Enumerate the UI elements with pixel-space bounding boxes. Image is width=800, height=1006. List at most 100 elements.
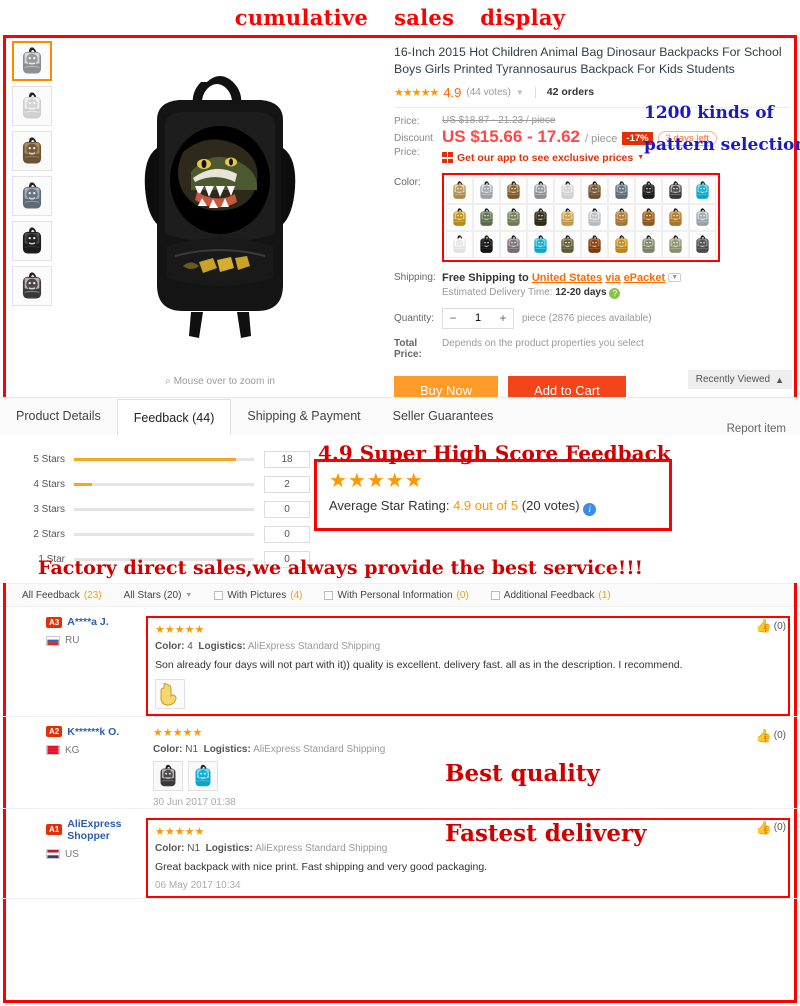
- review-like-button[interactable]: 👍 (0): [756, 820, 786, 836]
- color-swatch-15[interactable]: [554, 203, 581, 231]
- quantity-increase-button[interactable]: +: [493, 311, 513, 325]
- user-name[interactable]: AliExpress Shopper: [67, 818, 146, 842]
- color-swatch-16[interactable]: [581, 203, 608, 231]
- chevron-down-icon[interactable]: ▼: [668, 272, 682, 282]
- review-like-count: (0): [773, 730, 786, 742]
- color-swatch-21[interactable]: [446, 230, 473, 258]
- user-country: KG: [65, 744, 80, 756]
- review-logistics-value: AliExpress Standard Shipping: [255, 842, 388, 854]
- color-swatch-30[interactable]: [689, 230, 716, 258]
- color-swatch-2[interactable]: [473, 176, 500, 204]
- discount-price: US $15.66 - 17.62: [442, 126, 580, 146]
- price-label: Price:: [394, 115, 420, 127]
- color-swatch-12[interactable]: [473, 203, 500, 231]
- country-flag-icon: [46, 745, 60, 756]
- banner-word-2: sales: [394, 5, 455, 30]
- review-logistics-label: Logistics:: [203, 743, 251, 755]
- stock-note: piece (2876 pieces available): [522, 312, 652, 324]
- color-swatch-1[interactable]: [446, 176, 473, 204]
- review-image[interactable]: [188, 760, 218, 791]
- shipping-country-link[interactable]: United States: [532, 272, 602, 284]
- color-swatch-28[interactable]: [635, 230, 662, 258]
- tab-product-details[interactable]: Product Details: [0, 398, 117, 435]
- review-color-value: N1: [187, 842, 201, 854]
- color-swatch-22[interactable]: [473, 230, 500, 258]
- review-text: Great backpack with nice print. Fast shi…: [155, 860, 488, 873]
- chevron-down-icon[interactable]: ▼: [637, 154, 644, 161]
- review-meta: Color: 4 Logistics: AliExpress Standard …: [155, 641, 781, 652]
- rating-distribution: 5 Stars 18 4 Stars 2 3 Stars 0 2 Stars 0 1 Star 0: [0, 447, 310, 572]
- qr-code-icon: [442, 152, 453, 164]
- review-highlight-box: ★★★★★ Color: 4 Logistics: AliExpress Stan…: [146, 616, 790, 716]
- help-icon[interactable]: ?: [609, 287, 621, 299]
- review-image[interactable]: [155, 678, 185, 709]
- review-item: A2 K******k O. KG ★★★★★ Color: N1 Logisti…: [0, 717, 800, 809]
- color-swatch-25[interactable]: [554, 230, 581, 258]
- quantity-input[interactable]: [463, 312, 493, 325]
- user-name[interactable]: K******k O.: [67, 726, 119, 738]
- shipping-method-link[interactable]: ePacket: [624, 272, 666, 284]
- review-image[interactable]: [153, 760, 183, 791]
- review-color-label: Color:: [153, 743, 183, 755]
- est-days: 12-20: [555, 286, 581, 298]
- color-swatch-10[interactable]: [689, 176, 716, 204]
- review-color-label: Color:: [155, 842, 185, 854]
- color-swatch-9[interactable]: [662, 176, 689, 204]
- color-swatch-18[interactable]: [635, 203, 662, 231]
- color-swatch-23[interactable]: [500, 230, 527, 258]
- pointing-hand-emoji: [160, 682, 177, 706]
- color-swatch-19[interactable]: [662, 203, 689, 231]
- review-color-value: N1: [185, 743, 199, 755]
- color-swatch-4[interactable]: [527, 176, 554, 204]
- color-swatch-14[interactable]: [527, 203, 554, 231]
- tab-bar: Product Details Feedback (44) Shipping & P…: [0, 397, 800, 436]
- feedback-summary-section: 5 Stars 18 4 Stars 2 3 Stars 0 2 Stars 0 1 Star 0…: [0, 435, 800, 583]
- est-label: Estimated Delivery Time:: [442, 286, 553, 298]
- color-swatch-6[interactable]: [581, 176, 608, 204]
- thumbs-up-icon[interactable]: 👍: [756, 618, 772, 634]
- color-attribute-row: Color:: [394, 172, 790, 262]
- main-product-image[interactable]: ⌕ Mouse over to zoom in: [58, 35, 382, 397]
- rating-bar-label: 2 Stars: [33, 529, 65, 540]
- annotation-fastest-delivery: Fastest delivery: [445, 820, 647, 847]
- chevron-up-icon[interactable]: ▲: [775, 375, 784, 385]
- color-swatch-27[interactable]: [608, 230, 635, 258]
- review-date: 06 May 2017 10:34: [155, 880, 241, 892]
- annotation-feedback-score: 4.9 Super High Score Feedback: [318, 441, 671, 465]
- color-swatch-17[interactable]: [608, 203, 635, 231]
- review-like-count: (0): [773, 620, 786, 632]
- reviews-list: A3 A****a J. RU ★★★★★ Color: 4 Logistics:…: [0, 607, 800, 900]
- color-swatch-24[interactable]: [527, 230, 554, 258]
- discount-label-2: Price:: [394, 146, 420, 158]
- review-like-button[interactable]: 👍 (0): [756, 728, 786, 744]
- quantity-stepper[interactable]: − +: [442, 307, 514, 329]
- tab-seller-guarantees[interactable]: Seller Guarantees: [377, 398, 510, 435]
- user-level-badge: A2: [46, 726, 63, 738]
- discount-label-1: Discount: [394, 133, 433, 145]
- color-swatch-20[interactable]: [689, 203, 716, 231]
- user-name[interactable]: A****a J.: [67, 616, 108, 628]
- tab-shipping-payment[interactable]: Shipping & Payment: [231, 398, 376, 435]
- chevron-down-icon[interactable]: ▼: [516, 88, 524, 97]
- user-level-badge: A1: [46, 824, 63, 836]
- review-date: 30 Jun 2017 01:38: [153, 796, 236, 808]
- info-icon[interactable]: i: [583, 503, 597, 516]
- color-swatch-3[interactable]: [500, 176, 527, 204]
- thumbs-up-icon[interactable]: 👍: [756, 820, 772, 836]
- thumbs-up-icon[interactable]: 👍: [756, 728, 772, 744]
- tab-feedback-44[interactable]: Feedback (44): [116, 399, 232, 436]
- color-swatch-11[interactable]: [446, 203, 473, 231]
- color-swatch-13[interactable]: [500, 203, 527, 231]
- color-swatch-26[interactable]: [581, 230, 608, 258]
- color-swatch-7[interactable]: [608, 176, 635, 204]
- recently-viewed-panel[interactable]: Recently Viewed ▲: [687, 370, 792, 389]
- recently-viewed-label: Recently Viewed: [695, 374, 771, 385]
- quantity-decrease-button[interactable]: −: [443, 311, 463, 325]
- report-item-link[interactable]: Report item: [727, 423, 800, 435]
- review-like-button[interactable]: 👍 (0): [756, 618, 786, 634]
- color-swatch-8[interactable]: [635, 176, 662, 204]
- orders-count[interactable]: 42 orders: [547, 86, 594, 98]
- annotation-pattern-line2: pattern selection: [644, 135, 800, 155]
- color-swatch-29[interactable]: [662, 230, 689, 258]
- color-swatch-5[interactable]: [554, 176, 581, 204]
